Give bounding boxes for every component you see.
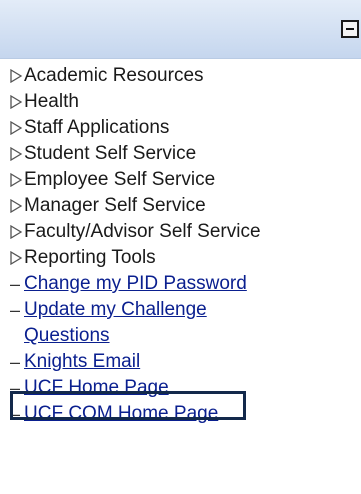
triangle-right-icon <box>10 147 23 161</box>
menu-link-item-update-challenge-questions: – Update my Challenge <box>0 297 361 323</box>
menu-folder-label: Academic Resources <box>24 65 204 86</box>
triangle-right-icon <box>10 121 23 135</box>
menu-list: Academic Resources Health Staff Applicat… <box>0 63 361 427</box>
menu-folder-faculty-advisor-self-service[interactable]: Faculty/Advisor Self Service <box>0 219 361 245</box>
menu-link-item-knights-email: – Knights Email <box>0 349 361 375</box>
triangle-right-icon <box>10 199 23 213</box>
dash-icon: – <box>9 352 20 372</box>
triangle-right-icon <box>10 251 23 265</box>
menu-link-item-change-pid-password: – Change my PID Password <box>0 271 361 297</box>
knights-email-link[interactable]: Knights Email <box>24 349 140 375</box>
triangle-right-icon <box>10 225 23 239</box>
dash-icon: – <box>9 300 20 320</box>
menu-folder-label: Employee Self Service <box>24 169 216 190</box>
panel-header <box>0 0 361 59</box>
minus-icon <box>346 28 354 30</box>
menu-folder-employee-self-service[interactable]: Employee Self Service <box>0 167 361 193</box>
update-challenge-questions-link-line2[interactable]: Questions <box>24 323 110 349</box>
menu-folder-reporting-tools[interactable]: Reporting Tools <box>0 245 361 271</box>
menu-folder-health[interactable]: Health <box>0 89 361 115</box>
menu-folder-student-self-service[interactable]: Student Self Service <box>0 141 361 167</box>
menu-folder-label: Manager Self Service <box>24 195 206 216</box>
knights-email-highlight-box <box>10 391 246 420</box>
menu-folder-label: Health <box>24 91 79 112</box>
menu-folder-label: Reporting Tools <box>24 247 156 268</box>
collapse-menu-button[interactable] <box>341 20 359 38</box>
menu-folder-staff-applications[interactable]: Staff Applications <box>0 115 361 141</box>
menu-folder-manager-self-service[interactable]: Manager Self Service <box>0 193 361 219</box>
update-challenge-questions-link[interactable]: Update my Challenge <box>24 297 207 323</box>
change-pid-password-link[interactable]: Change my PID Password <box>24 271 247 297</box>
dash-icon: – <box>9 274 20 294</box>
triangle-right-icon <box>10 69 23 83</box>
menu-folder-academic-resources[interactable]: Academic Resources <box>0 63 361 89</box>
menu-folder-label: Faculty/Advisor Self Service <box>24 221 261 242</box>
menu-link-item-continuation: Questions <box>0 323 361 349</box>
triangle-right-icon <box>10 95 23 109</box>
menu-folder-label: Student Self Service <box>24 143 197 164</box>
navigation-panel: Academic Resources Health Staff Applicat… <box>0 0 361 494</box>
triangle-right-icon <box>10 173 23 187</box>
menu-folder-label: Staff Applications <box>24 117 170 138</box>
